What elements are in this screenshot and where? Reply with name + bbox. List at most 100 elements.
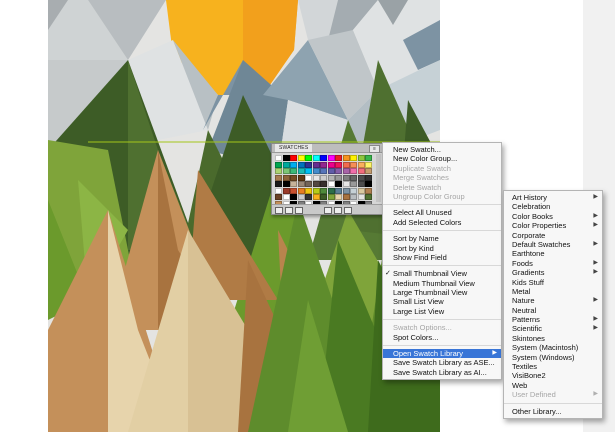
menu-item-open-swatch-library[interactable]: Open Swatch Library ▶ — [383, 349, 501, 359]
swatch[interactable] — [275, 168, 282, 174]
swatch[interactable] — [327, 168, 335, 174]
swatch[interactable] — [335, 181, 342, 187]
swatch[interactable] — [275, 181, 282, 187]
swatch[interactable] — [357, 187, 365, 194]
swatch[interactable] — [335, 174, 342, 181]
library-item-foods[interactable]: Foods ▶ — [504, 259, 602, 268]
menu-item-small-thumbnail-view[interactable]: ✓ Small Thumbnail View — [383, 269, 501, 278]
swatch[interactable] — [365, 161, 372, 168]
library-item-scientific[interactable]: Scientific ▶ — [504, 324, 602, 333]
swatch[interactable] — [305, 181, 312, 187]
swatch[interactable] — [312, 194, 320, 200]
swatch[interactable] — [350, 155, 357, 161]
swatch[interactable] — [290, 168, 297, 174]
menu-item-sort-by-name[interactable]: Sort by Name — [383, 234, 501, 243]
swatch[interactable] — [365, 155, 372, 161]
tab-swatches[interactable]: SWATCHES — [275, 144, 313, 152]
swatch[interactable] — [297, 168, 305, 174]
swatch[interactable] — [335, 194, 342, 200]
swatch[interactable] — [312, 168, 320, 174]
swatch[interactable] — [275, 194, 282, 200]
trash-icon[interactable] — [344, 207, 352, 214]
menu-item-sort-by-kind[interactable]: Sort by Kind — [383, 244, 501, 253]
swatch-libraries-icon[interactable] — [275, 207, 283, 214]
menu-item-save-swatch-library-as-ai[interactable]: Save Swatch Library as AI... — [383, 368, 501, 377]
swatch[interactable] — [350, 168, 357, 174]
menu-item-new-color-group[interactable]: New Color Group... — [383, 154, 501, 163]
swatch[interactable] — [327, 174, 335, 181]
library-item-patterns[interactable]: Patterns ▶ — [504, 315, 602, 324]
swatch[interactable] — [320, 168, 327, 174]
swatch[interactable] — [342, 161, 350, 168]
swatch[interactable] — [357, 168, 365, 174]
swatch[interactable] — [342, 187, 350, 194]
swatch[interactable] — [297, 174, 305, 181]
swatch[interactable] — [365, 194, 372, 200]
swatch[interactable] — [320, 181, 327, 187]
swatch[interactable] — [365, 174, 372, 181]
library-item-default-swatches[interactable]: Default Swatches ▶ — [504, 240, 602, 249]
swatch[interactable] — [282, 161, 290, 168]
swatch[interactable] — [312, 161, 320, 168]
library-item-visibone2[interactable]: VisiBone2 — [504, 371, 602, 380]
library-item-web[interactable]: Web — [504, 381, 602, 390]
swatch[interactable] — [365, 187, 372, 194]
swatch[interactable] — [342, 168, 350, 174]
swatch[interactable] — [320, 187, 327, 194]
swatch[interactable] — [320, 161, 327, 168]
swatch[interactable] — [357, 155, 365, 161]
swatch[interactable] — [290, 161, 297, 168]
swatch[interactable] — [305, 168, 312, 174]
menu-item-medium-thumbnail-view[interactable]: Medium Thumbnail View — [383, 279, 501, 288]
library-item-neutral[interactable]: Neutral — [504, 306, 602, 315]
menu-item-small-list-view[interactable]: Small List View — [383, 297, 501, 306]
library-item-color-books[interactable]: Color Books ▶ — [504, 212, 602, 221]
swatch[interactable] — [297, 194, 305, 200]
swatch[interactable] — [357, 181, 365, 187]
menu-item-save-swatch-library-as-ase[interactable]: Save Swatch Library as ASE... — [383, 358, 501, 367]
swatch[interactable] — [342, 194, 350, 200]
swatch[interactable] — [290, 194, 297, 200]
swatch[interactable] — [312, 187, 320, 194]
swatch[interactable] — [350, 161, 357, 168]
swatch[interactable] — [305, 155, 312, 161]
menu-item-new-swatch[interactable]: New Swatch... — [383, 145, 501, 154]
swatch[interactable] — [335, 187, 342, 194]
swatch[interactable] — [305, 174, 312, 181]
swatch[interactable] — [350, 181, 357, 187]
swatch[interactable] — [305, 187, 312, 194]
swatch[interactable] — [335, 161, 342, 168]
menu-item-show-find-field[interactable]: Show Find Field — [383, 253, 501, 262]
swatch[interactable] — [282, 155, 290, 161]
swatch[interactable] — [327, 161, 335, 168]
swatch[interactable] — [335, 155, 342, 161]
swatch[interactable] — [297, 181, 305, 187]
swatch[interactable] — [305, 194, 312, 200]
swatch[interactable] — [312, 181, 320, 187]
swatch[interactable] — [342, 174, 350, 181]
library-item-nature[interactable]: Nature ▶ — [504, 296, 602, 305]
swatch[interactable] — [282, 187, 290, 194]
library-item-skintones[interactable]: Skintones — [504, 334, 602, 343]
swatch[interactable] — [350, 174, 357, 181]
swatch[interactable] — [312, 174, 320, 181]
swatch[interactable] — [327, 155, 335, 161]
swatch[interactable] — [365, 168, 372, 174]
menu-item-large-list-view[interactable]: Large List View — [383, 307, 501, 316]
swatch[interactable] — [305, 161, 312, 168]
library-item-metal[interactable]: Metal — [504, 287, 602, 296]
swatch[interactable] — [320, 174, 327, 181]
menu-item-add-selected-colors[interactable]: Add Selected Colors — [383, 218, 501, 227]
swatch[interactable] — [320, 155, 327, 161]
swatch[interactable] — [282, 174, 290, 181]
library-item-textiles[interactable]: Textiles — [504, 362, 602, 371]
library-item-color-properties[interactable]: Color Properties ▶ — [504, 221, 602, 230]
swatch[interactable] — [335, 168, 342, 174]
swatch[interactable] — [290, 174, 297, 181]
library-item-system-windows[interactable]: System (Windows) — [504, 353, 602, 362]
swatch[interactable] — [312, 155, 320, 161]
swatch[interactable] — [320, 194, 327, 200]
swatch[interactable] — [282, 194, 290, 200]
swatch[interactable] — [350, 187, 357, 194]
swatch-options-icon[interactable] — [295, 207, 303, 214]
